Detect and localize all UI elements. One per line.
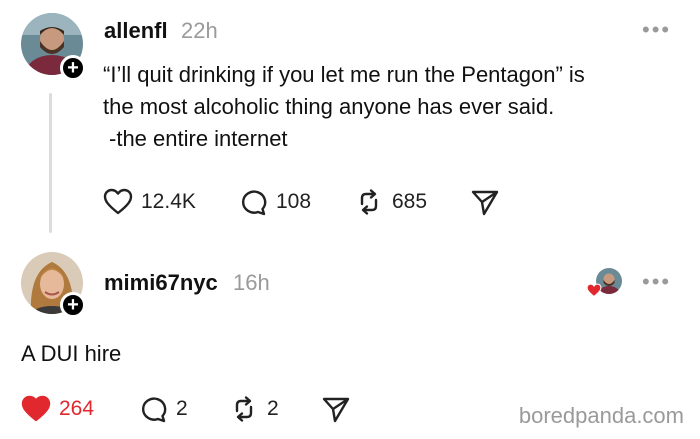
reply-comment-count: 2 bbox=[176, 397, 188, 420]
watermark: boredpanda.com bbox=[518, 403, 684, 428]
reply-repost-button[interactable]: 2 bbox=[229, 395, 279, 423]
post-like-button[interactable]: 12.4K bbox=[103, 188, 196, 216]
post-share-button[interactable] bbox=[470, 188, 500, 216]
post-more-menu-icon[interactable]: ••• bbox=[642, 17, 671, 43]
share-icon bbox=[322, 397, 350, 423]
post-username[interactable]: allenfl bbox=[104, 18, 168, 44]
reply-timestamp: 16h bbox=[233, 270, 270, 295]
reply-comment-button[interactable]: 2 bbox=[138, 395, 188, 423]
post-text-line: “I’ll quit drinking if you let me run th… bbox=[103, 62, 585, 87]
thread-line bbox=[49, 93, 52, 233]
heart-icon bbox=[103, 188, 133, 215]
reply-like-count: 264 bbox=[59, 397, 95, 420]
post-text: “I’ll quit drinking if you let me run th… bbox=[103, 59, 585, 155]
reply-like-button[interactable]: 264 bbox=[21, 395, 94, 423]
reply-repost-count: 2 bbox=[267, 397, 279, 420]
post-repost-count: 685 bbox=[392, 190, 428, 213]
heart-icon bbox=[21, 395, 51, 422]
repost-icon bbox=[360, 189, 378, 215]
comment-icon bbox=[141, 397, 167, 423]
reply-username[interactable]: mimi67nyc bbox=[104, 270, 218, 296]
reply-text: A DUI hire bbox=[21, 341, 122, 366]
follow-plus-icon[interactable]: + bbox=[60, 55, 86, 81]
author-liked-heart-icon bbox=[586, 283, 602, 298]
post-timestamp: 22h bbox=[181, 18, 218, 43]
comment-icon bbox=[241, 190, 267, 216]
post-like-count: 12.4K bbox=[141, 190, 196, 213]
post-comment-count: 108 bbox=[276, 190, 312, 213]
post-text-line: the most alcoholic thing anyone has ever… bbox=[103, 94, 555, 119]
post-repost-button[interactable]: 685 bbox=[354, 188, 427, 216]
reply-share-button[interactable] bbox=[321, 395, 351, 423]
repost-icon bbox=[235, 396, 253, 422]
post-comment-button[interactable]: 108 bbox=[238, 188, 311, 216]
reply-more-menu-icon[interactable]: ••• bbox=[642, 269, 671, 295]
post-text-line: -the entire internet bbox=[109, 126, 288, 151]
follow-plus-icon[interactable]: + bbox=[60, 292, 86, 318]
share-icon bbox=[471, 190, 499, 216]
